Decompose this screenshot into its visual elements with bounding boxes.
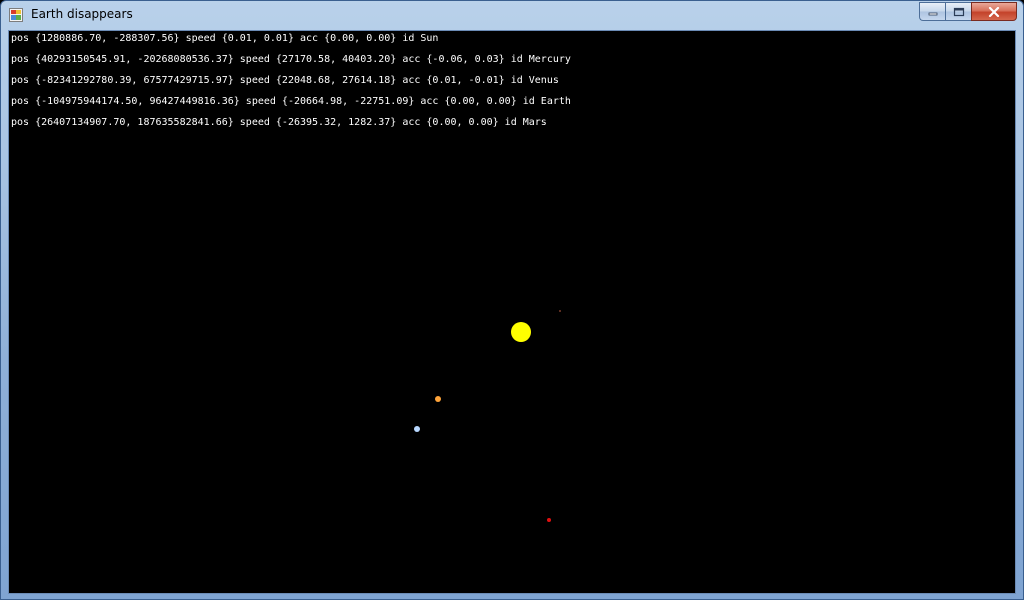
log-line-mercury: pos {40293150545.91, -20268080536.37} sp… [11, 54, 571, 65]
minimize-button[interactable] [919, 2, 945, 21]
sun-body [511, 322, 531, 342]
simulation-canvas[interactable]: pos {1280886.70, -288307.56} speed {0.01… [8, 30, 1016, 594]
title-bar[interactable]: Earth disappears [1, 1, 1023, 29]
log-line-earth: pos {-104975944174.50, 96427449816.36} s… [11, 96, 571, 107]
window-title: Earth disappears [31, 7, 133, 21]
minimize-icon [928, 12, 937, 15]
body-state-log: pos {1280886.70, -288307.56} speed {0.01… [11, 31, 571, 136]
close-button[interactable] [971, 2, 1017, 21]
mercury-body [559, 310, 561, 312]
log-line-sun: pos {1280886.70, -288307.56} speed {0.01… [11, 33, 439, 44]
app-window: Earth disappears pos {1280886.70, -28830… [0, 0, 1024, 600]
maximize-button[interactable] [945, 2, 971, 21]
log-line-mars: pos {26407134907.70, 187635582841.66} sp… [11, 117, 547, 128]
earth-body [414, 426, 420, 432]
maximize-icon [953, 7, 964, 16]
app-icon [9, 8, 23, 22]
mars-body [547, 518, 551, 522]
caption-buttons [919, 2, 1017, 21]
venus-body [435, 396, 441, 402]
log-line-venus: pos {-82341292780.39, 67577429715.97} sp… [11, 75, 559, 86]
close-icon [988, 6, 1000, 17]
